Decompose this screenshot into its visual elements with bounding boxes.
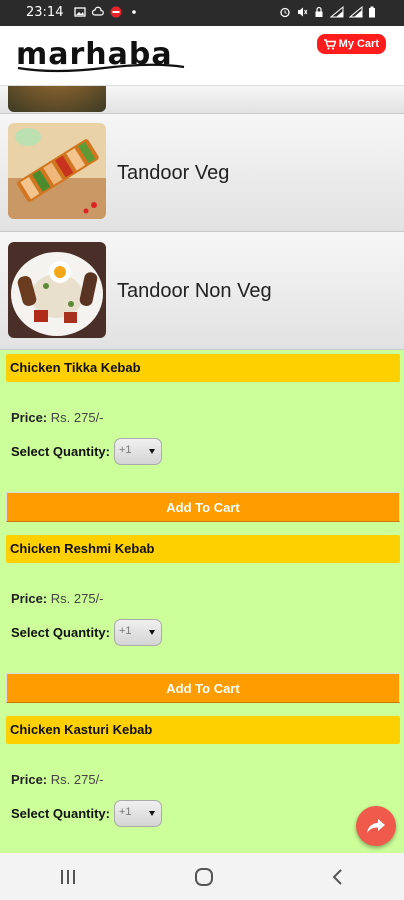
svg-text:marhaba: marhaba xyxy=(16,40,173,72)
alarm-icon xyxy=(280,7,290,18)
mute-icon xyxy=(298,7,308,17)
price-label: Price: xyxy=(11,772,48,787)
price-label: Price: xyxy=(11,591,48,606)
lock-icon xyxy=(315,6,323,17)
status-time: 23:14 xyxy=(26,5,64,20)
quantity-value: +1 xyxy=(118,625,132,637)
paneer-tikka-photo xyxy=(8,123,106,219)
category-item-tandoor-veg[interactable]: Tandoor Veg xyxy=(0,114,404,232)
category-label: Tandoor Veg xyxy=(117,162,230,184)
recent-apps-icon[interactable] xyxy=(59,869,77,885)
item-price: Price: Rs. 275/- xyxy=(11,591,104,606)
blocked-icon xyxy=(110,6,122,18)
quantity-row: Select Quantity: +1 xyxy=(11,619,162,646)
chevron-down-icon xyxy=(148,630,155,635)
price-value: Rs. 275/- xyxy=(50,772,104,787)
item-title: Chicken Kasturi Kebab xyxy=(6,716,400,744)
marhaba-logo[interactable]: marhaba xyxy=(14,40,186,76)
quantity-label: Select Quantity: xyxy=(11,806,110,821)
quantity-label: Select Quantity: xyxy=(11,444,110,459)
status-left-icons xyxy=(74,6,140,18)
menu-item-list: Chicken Tikka Kebab Price: Rs. 275/- Sel… xyxy=(0,348,404,891)
share-icon xyxy=(367,819,385,833)
quantity-select[interactable]: +1 xyxy=(113,619,162,646)
my-cart-button[interactable]: My Cart xyxy=(316,34,386,54)
cloud-icon xyxy=(92,6,104,16)
mixed-grill-photo xyxy=(8,242,106,338)
price-value: Rs. 275/- xyxy=(50,410,104,425)
status-right-icons xyxy=(279,6,376,18)
category-list: Tandoor Veg Tandoor Non Veg xyxy=(0,86,404,350)
item-title: Chicken Reshmi Kebab xyxy=(6,535,400,563)
back-icon[interactable] xyxy=(331,868,345,886)
cart-icon xyxy=(323,38,336,50)
quantity-value: +1 xyxy=(118,806,132,818)
item-title: Chicken Tikka Kebab xyxy=(6,354,400,382)
item-price: Price: Rs. 275/- xyxy=(11,410,104,425)
battery-icon xyxy=(369,6,375,18)
add-to-cart-button[interactable]: Add To Cart xyxy=(6,492,400,522)
price-value: Rs. 275/- xyxy=(50,591,104,606)
category-item-tandoor-non-veg[interactable]: Tandoor Non Veg xyxy=(0,232,404,350)
chevron-down-icon xyxy=(148,449,155,454)
category-item-partial[interactable] xyxy=(0,86,404,114)
signal-lte2-icon xyxy=(349,6,363,18)
chevron-down-icon xyxy=(148,811,155,816)
home-icon[interactable] xyxy=(194,867,214,887)
add-to-cart-button[interactable]: Add To Cart xyxy=(6,673,400,703)
image-icon xyxy=(74,7,86,17)
dot-icon xyxy=(132,10,136,14)
category-label: Tandoor Non Veg xyxy=(117,280,272,302)
menu-item: Chicken Reshmi Kebab Price: Rs. 275/- Se… xyxy=(0,529,404,710)
signal-lte1-icon xyxy=(330,6,344,18)
item-price: Price: Rs. 275/- xyxy=(11,772,104,787)
price-label: Price: xyxy=(11,410,48,425)
quantity-row: Select Quantity: +1 xyxy=(11,800,162,827)
share-fab-button[interactable] xyxy=(356,806,396,846)
quantity-label: Select Quantity: xyxy=(11,625,110,640)
app-header: marhaba My Cart xyxy=(0,26,404,86)
status-bar: 23:14 xyxy=(0,0,404,26)
quantity-row: Select Quantity: +1 xyxy=(11,438,162,465)
quantity-select[interactable]: +1 xyxy=(113,800,162,827)
menu-item: Chicken Tikka Kebab Price: Rs. 275/- Sel… xyxy=(0,348,404,529)
my-cart-label: My Cart xyxy=(338,38,379,50)
system-nav-bar xyxy=(0,853,404,900)
quantity-select[interactable]: +1 xyxy=(113,438,162,465)
quantity-value: +1 xyxy=(118,444,132,456)
category-thumbnail xyxy=(8,86,106,112)
